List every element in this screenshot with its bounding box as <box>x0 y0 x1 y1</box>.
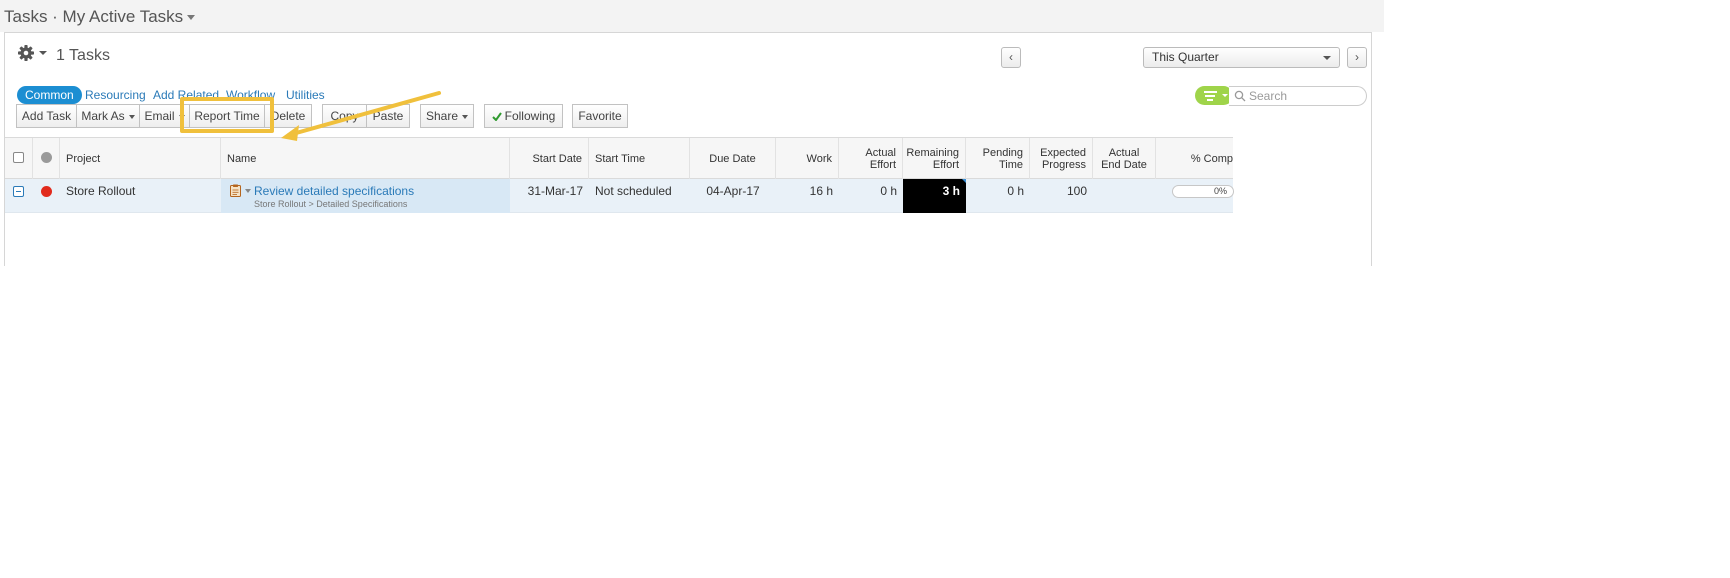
column-start-date[interactable]: Start Date <box>510 138 589 179</box>
gear-icon[interactable] <box>17 44 51 62</box>
start-time-cell: Not scheduled <box>595 184 672 198</box>
column-due-date[interactable]: Due Date <box>690 138 776 179</box>
column-remaining-effort[interactable]: Remaining Effort <box>903 138 966 179</box>
period-select-value: This Quarter <box>1152 50 1219 64</box>
pending-time-cell: 0 h <box>1007 184 1024 198</box>
project-cell: Store Rollout <box>66 184 136 198</box>
tab-resourcing[interactable]: Resourcing <box>85 86 146 104</box>
filter-icon-line <box>1207 99 1213 101</box>
chevron-down-icon <box>1323 56 1331 60</box>
actual-effort-cell: 0 h <box>880 184 897 198</box>
page-title-text: Tasks · My Active Tasks <box>4 7 184 26</box>
chevron-down-icon[interactable] <box>245 189 251 193</box>
percent-complete-bar: 0% <box>1172 185 1234 198</box>
column-percent-complete[interactable]: % Comp <box>1156 138 1233 179</box>
task-name-link[interactable]: Review detailed specifications <box>254 184 414 198</box>
add-task-button[interactable]: Add Task <box>16 104 77 128</box>
following-button[interactable]: Following <box>484 104 563 128</box>
next-period-button[interactable]: › <box>1347 47 1367 68</box>
task-path: Store Rollout > Detailed Specifications <box>254 199 408 209</box>
column-project[interactable]: Project <box>60 138 221 179</box>
column-expected-progress[interactable]: Expected Progress <box>1030 138 1093 179</box>
grid-header: Project Name Start Date Start Time Due D… <box>5 137 1233 179</box>
top-bar <box>0 0 1384 32</box>
expected-progress-cell: 100 <box>1066 184 1087 198</box>
chevron-down-icon <box>128 114 135 119</box>
checkmark-icon <box>491 112 502 122</box>
chevron-down-icon <box>187 15 196 21</box>
start-date-cell: 31-Mar-17 <box>527 184 583 198</box>
search-icon <box>1234 90 1246 102</box>
mark-as-label: Mark As <box>81 109 125 123</box>
report-time-highlight <box>180 97 274 133</box>
search-field[interactable]: Search <box>1229 86 1367 106</box>
arrow-annotation <box>281 91 441 141</box>
column-actual-effort[interactable]: Actual Effort <box>839 138 903 179</box>
search-placeholder: Search <box>1249 89 1288 103</box>
status-indicator <box>41 186 52 197</box>
page-title[interactable]: Tasks · My Active Tasks <box>4 7 196 27</box>
task-count: 1 Tasks <box>56 47 110 64</box>
filter-icon-line <box>1205 95 1215 97</box>
select-all-checkbox[interactable] <box>13 152 24 163</box>
status-header-icon <box>41 152 52 163</box>
status-column <box>33 138 60 179</box>
chevron-down-icon <box>1222 94 1228 97</box>
period-select[interactable]: This Quarter <box>1143 47 1340 68</box>
row-select-checkbox[interactable] <box>13 186 24 197</box>
following-label: Following <box>504 109 556 123</box>
email-label: Email <box>144 109 175 123</box>
filter-button[interactable] <box>1195 86 1233 105</box>
previous-period-button[interactable]: ‹ <box>1001 47 1021 68</box>
filter-icon <box>1204 91 1217 93</box>
chevron-down-icon <box>462 114 469 119</box>
due-date-cell: 04-Apr-17 <box>706 184 760 198</box>
select-all-column <box>5 138 33 179</box>
actual-end-date-cell <box>1093 179 1156 213</box>
column-actual-end-date[interactable]: Actual End Date <box>1093 138 1156 179</box>
column-pending-time[interactable]: Pending Time <box>966 138 1030 179</box>
tab-common[interactable]: Common <box>17 86 82 104</box>
favorite-button[interactable]: Favorite <box>572 104 628 128</box>
name-cell: Review detailed specifications Store Rol… <box>221 179 510 213</box>
column-start-time[interactable]: Start Time <box>589 138 690 179</box>
clipboard-icon[interactable] <box>230 184 241 197</box>
work-cell: 16 h <box>809 184 833 198</box>
tasks-panel: 1 Tasks ‹ This Quarter › Common Resourci… <box>4 32 1372 266</box>
column-work[interactable]: Work <box>776 138 839 179</box>
remaining-effort-cell[interactable]: 3 h <box>903 179 966 213</box>
mark-as-button[interactable]: Mark As <box>76 104 140 128</box>
table-row[interactable]: Store Rollout Review detailed specificat… <box>5 179 1234 213</box>
